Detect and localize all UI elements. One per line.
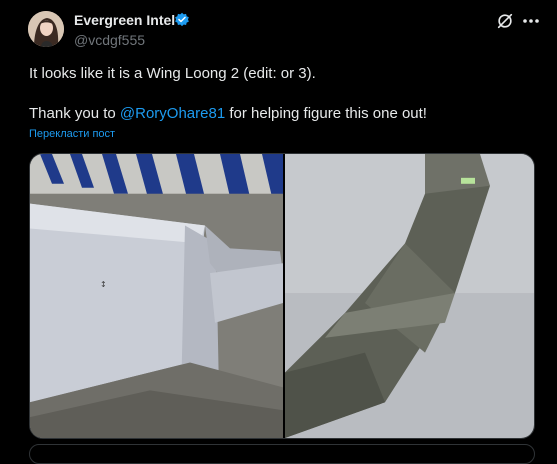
svg-text:↕: ↕	[100, 280, 107, 289]
translate-post-link[interactable]: Перекласти пост	[29, 128, 115, 140]
photo-winglet[interactable]	[285, 154, 535, 438]
post-text: It looks like it is a Wing Loong 2 (edit…	[29, 64, 529, 124]
post-text-prefix: Thank you to	[29, 105, 120, 122]
avatar-image	[28, 11, 64, 47]
photo-wing-segment[interactable]: ↕	[30, 154, 283, 438]
author-name[interactable]: Evergreen Intel	[74, 12, 175, 28]
author-handle[interactable]: @vcdgf555	[74, 32, 145, 48]
post-container: Evergreen Intel @vcdgf555 It looks like …	[0, 0, 557, 464]
next-card-edge	[29, 444, 535, 464]
post-text-line-1: It looks like it is a Wing Loong 2 (edit…	[29, 65, 316, 82]
grok-icon[interactable]	[496, 12, 514, 30]
post-text-suffix: for helping figure this one out!	[225, 105, 427, 122]
mention-link[interactable]: @RoryOhare81	[120, 105, 225, 122]
media-grid: ↕	[29, 153, 535, 439]
more-options-icon[interactable]	[519, 10, 543, 32]
avatar[interactable]	[28, 11, 64, 47]
verified-badge-icon	[175, 12, 189, 27]
post-text-line-2: Thank you to @RoryOhare81 for helping fi…	[29, 104, 529, 124]
